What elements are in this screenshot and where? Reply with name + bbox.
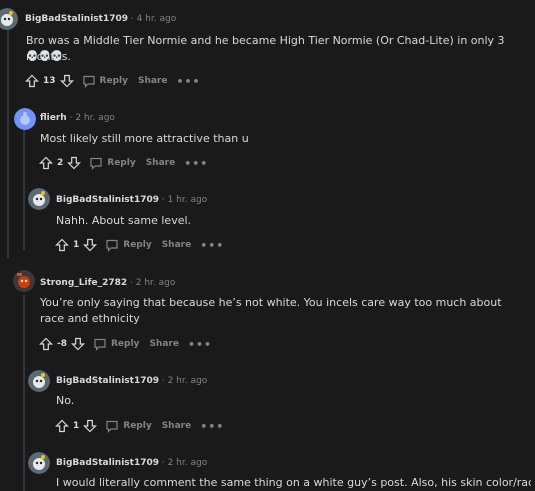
thread-line[interactable] [23, 130, 25, 250]
comment-actions: 2 Reply Share ••• [39, 155, 208, 171]
upvote-icon[interactable] [39, 156, 53, 170]
comment-meta: BigBadStalinist1709 · 2 hr. ago [56, 376, 208, 386]
downvote-icon[interactable] [83, 419, 98, 433]
comment-body: You’re only saying that because he’s not… [40, 296, 502, 325]
downvote-icon[interactable] [71, 337, 85, 351]
avatar[interactable] [14, 108, 36, 130]
comment-time[interactable]: 2 hr. ago [75, 113, 115, 123]
comment-icon [106, 239, 118, 252]
comment-icon [106, 420, 118, 433]
comment-body: No. [56, 394, 75, 407]
upvote-icon[interactable] [39, 337, 53, 351]
reply-button[interactable]: Reply [105, 419, 152, 433]
comment-emoji: 💀💀💀 [26, 51, 64, 62]
share-button[interactable]: Share [149, 339, 179, 349]
comment-time[interactable]: 2 hr. ago [168, 376, 208, 386]
comment-actions: -8 Reply Share ••• [39, 336, 212, 352]
comment-meta: BigBadStalinist1709 · 4 hr. ago [25, 14, 177, 24]
share-button[interactable]: Share [146, 158, 176, 168]
reply-button[interactable]: Reply [89, 156, 136, 170]
comment-body: I would literally comment the same thing… [56, 476, 531, 489]
comment-actions: 1 Reply Share ••• [55, 418, 224, 434]
comment-icon [94, 338, 106, 351]
comment-actions: 1 Reply Share ••• [55, 237, 224, 253]
comment-author[interactable]: flierh [40, 113, 67, 123]
avatar[interactable] [28, 370, 50, 392]
comment-time[interactable]: 2 hr. ago [168, 458, 208, 468]
comment-author[interactable]: BigBadStalinist1709 [56, 376, 159, 386]
avatar[interactable] [0, 8, 18, 30]
vote-count: 1 [73, 240, 80, 250]
comment-meta: Strong_Life_2782 · 2 hr. ago [40, 278, 176, 288]
more-options-icon[interactable]: ••• [188, 338, 212, 351]
comment-body: Nahh. About same level. [56, 214, 192, 227]
comment-time[interactable]: 2 hr. ago [136, 278, 176, 288]
comment-author[interactable]: BigBadStalinist1709 [25, 14, 128, 24]
upvote-icon[interactable] [55, 238, 69, 252]
reply-button[interactable]: Reply [105, 238, 152, 252]
avatar[interactable] [13, 270, 35, 292]
comment-meta: flierh · 2 hr. ago [40, 113, 115, 123]
vote-count: -8 [57, 339, 67, 349]
vote-count: 1 [73, 421, 80, 431]
more-options-icon[interactable]: ••• [176, 75, 200, 88]
downvote-icon[interactable] [67, 156, 82, 170]
avatar[interactable] [28, 452, 50, 474]
comment-author[interactable]: Strong_Life_2782 [40, 278, 127, 288]
thread-line[interactable] [23, 295, 25, 491]
comment-body: Bro was a Middle Tier Normie and he beca… [26, 34, 505, 63]
comment-icon [82, 75, 95, 88]
comment-meta: BigBadStalinist1709 · 1 hr. ago [56, 195, 208, 205]
more-options-icon[interactable]: ••• [184, 157, 208, 170]
comment-body: Most likely still more attractive than u [40, 132, 249, 145]
reply-button[interactable]: Reply [82, 74, 128, 88]
downvote-icon[interactable] [83, 238, 98, 252]
comment-author[interactable]: BigBadStalinist1709 [56, 458, 159, 468]
comment-author[interactable]: BigBadStalinist1709 [56, 195, 159, 205]
share-button[interactable]: Share [138, 76, 168, 86]
avatar[interactable] [28, 188, 50, 210]
share-button[interactable]: Share [162, 240, 192, 250]
comment-time[interactable]: 4 hr. ago [137, 14, 177, 24]
comment-time[interactable]: 1 hr. ago [168, 195, 208, 205]
reply-button[interactable]: Reply [93, 337, 139, 351]
comment-icon [90, 157, 102, 170]
more-options-icon[interactable]: ••• [200, 420, 224, 433]
downvote-icon[interactable] [59, 74, 74, 88]
vote-count: 13 [43, 76, 56, 86]
vote-count: 2 [57, 158, 64, 168]
upvote-icon[interactable] [55, 419, 69, 433]
thread-line[interactable] [7, 28, 9, 258]
comment-actions: 13 Reply Share ••• [25, 73, 201, 89]
share-button[interactable]: Share [162, 421, 192, 431]
comment-meta: BigBadStalinist1709 · 2 hr. ago [56, 458, 208, 468]
more-options-icon[interactable]: ••• [200, 239, 224, 252]
upvote-icon[interactable] [25, 74, 39, 88]
